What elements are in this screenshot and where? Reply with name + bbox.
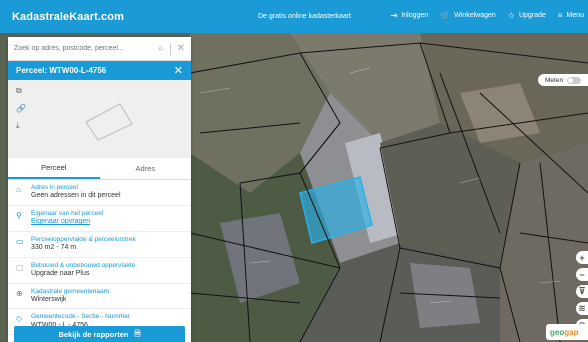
tab-perceel[interactable]: Perceel: [8, 158, 100, 179]
geogap-logo: geo gap: [546, 324, 588, 340]
search-input[interactable]: [14, 45, 158, 52]
filter-button[interactable]: ⊽: [576, 285, 588, 298]
external-link-icon[interactable]: ⧉: [16, 86, 26, 96]
owner-request-link[interactable]: Eigenaar opvragen: [31, 218, 103, 227]
cart-link[interactable]: 🛒 Winkelwagen: [440, 11, 496, 20]
parcel-title: Perceel: WTW00-L-4756: [16, 66, 107, 75]
list-item: ⌂ Adres in perceel Geen adressen in dit p…: [8, 180, 191, 206]
area-icon: ▭: [16, 236, 24, 246]
detail-list: ⌂ Adres in perceel Geen adressen in dit p…: [8, 180, 191, 336]
menu-link[interactable]: ≡ Menu: [558, 11, 584, 20]
measure-toggle[interactable]: Meten: [538, 74, 588, 86]
parcel-shape: [85, 103, 133, 141]
parcel-header: Perceel: WTW00-L-4756 ✕: [8, 61, 191, 80]
download-icon[interactable]: ⤓: [16, 121, 26, 131]
tab-adres[interactable]: Adres: [100, 158, 192, 179]
layers-button[interactable]: ≋: [576, 302, 588, 315]
top-nav: ⇥ Inloggen 🛒 Winkelwagen ☆ Upgrade ≡ Menu: [391, 11, 584, 20]
document-icon: 🗎: [134, 328, 141, 338]
close-panel-icon[interactable]: ✕: [174, 64, 183, 77]
list-item: ⚲ Eigenaar van het perceel Eigenaar opvra…: [8, 206, 191, 232]
login-link[interactable]: ⇥ Inloggen: [391, 11, 429, 20]
top-bar: KadastraleKaart.com De gratis online kad…: [0, 0, 588, 33]
login-icon: ⇥: [390, 11, 398, 20]
link-icon[interactable]: 🔗: [16, 104, 26, 113]
zoom-in-button[interactable]: +: [576, 251, 588, 264]
tagline: De gratis online kadasterkaart: [258, 13, 351, 20]
search-bar: ⌕ ✕: [8, 37, 191, 61]
user-icon: ⚲: [16, 210, 22, 220]
star-icon: ☆: [507, 11, 515, 20]
menu-icon: ≡: [557, 11, 563, 20]
home-icon: ⌂: [16, 185, 21, 194]
close-icon[interactable]: ✕: [177, 43, 185, 54]
side-panel: ⌕ ✕ Perceel: WTW00-L-4756 ✕ ⧉ 🔗 ⤓ Percee…: [8, 37, 191, 342]
list-item: ▭ Perceeloppervlakte & perceelomtrek 330 …: [8, 232, 191, 258]
zoom-out-button[interactable]: −: [576, 268, 588, 281]
brand-logo[interactable]: KadastraleKaart.com: [12, 11, 124, 23]
map-controls: + − ⊽ ≋ ⊙: [576, 251, 588, 332]
list-item: ⊕ Kadastrale gemeentenaam Winterswijk: [8, 284, 191, 310]
view-reports-button[interactable]: Bekijk de rapporten 🗎: [14, 326, 185, 342]
divider: [169, 42, 171, 55]
cart-icon: 🛒: [440, 11, 451, 20]
map-icon: ⊕: [16, 288, 23, 298]
search-icon[interactable]: ⌕: [158, 43, 164, 54]
toggle-switch[interactable]: [567, 76, 582, 84]
upgrade-link[interactable]: ☆ Upgrade: [508, 11, 546, 20]
parcel-preview: ⧉ 🔗 ⤓: [8, 80, 191, 158]
list-item: ▢ Bebouwd & onbebouwd oppervlakte Upgrade…: [8, 258, 191, 284]
tab-bar: Perceel Adres: [8, 158, 191, 180]
building-icon: ▢: [16, 262, 24, 272]
